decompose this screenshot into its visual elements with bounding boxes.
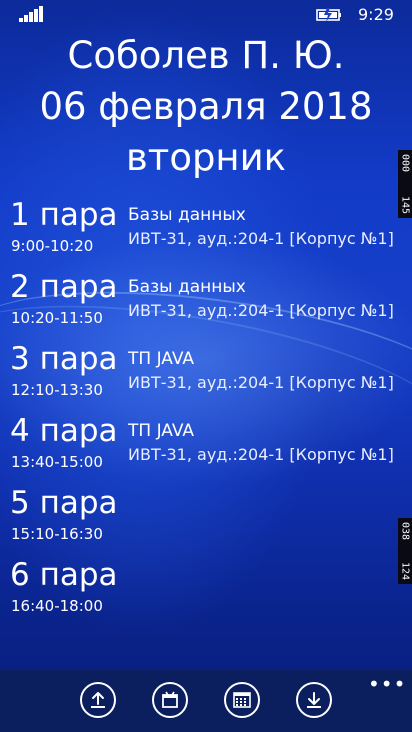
lesson-group-room: ИВТ-31, ауд.:204-1 [Корпус №1] (128, 445, 394, 464)
battery-charging-icon (316, 8, 341, 22)
lesson-item[interactable]: 2 пара 10:20-11:50 Базы данных ИВТ-31, а… (0, 268, 412, 340)
lesson-number: 4 пара (10, 413, 118, 449)
download-button[interactable] (296, 682, 332, 718)
lesson-time: 16:40-18:00 (11, 597, 103, 615)
lesson-group-room: ИВТ-31, ауд.:204-1 [Корпус №1] (128, 229, 394, 248)
lesson-item[interactable]: 5 пара 15:10-16:30 (0, 484, 412, 556)
lesson-subject: ТП JAVA (128, 349, 194, 369)
lesson-time: 15:10-16:30 (11, 525, 103, 543)
today-button[interactable] (152, 682, 188, 718)
lesson-time: 10:20-11:50 (11, 309, 103, 327)
lesson-number: 5 пара (10, 485, 118, 521)
lesson-subject: ТП JAVA (128, 421, 194, 441)
teacher-name: Соболев П. Ю. (67, 34, 345, 77)
lesson-number: 6 пара (10, 557, 118, 593)
signal-bars-icon (19, 6, 43, 22)
upload-icon (91, 692, 105, 708)
calendar-day-icon (162, 691, 178, 708)
lesson-item[interactable]: 4 пара 13:40-15:00 ТП JAVA ИВТ-31, ауд.:… (0, 412, 412, 484)
clock-time: 9:29 (358, 5, 394, 24)
lesson-number: 3 пара (10, 341, 118, 377)
upload-button[interactable] (80, 682, 116, 718)
side-badge-value: 000 (399, 154, 411, 173)
status-bar: 9:29 (0, 0, 412, 32)
lessons-list: 1 пара 9:00-10:20 Базы данных ИВТ-31, ау… (0, 196, 412, 628)
schedule-weekday: вторник (125, 136, 287, 179)
lesson-time: 13:40-15:00 (11, 453, 103, 471)
month-calendar-button[interactable] (224, 682, 260, 718)
lesson-number: 1 пара (10, 197, 118, 233)
calendar-month-icon (233, 692, 251, 708)
page-header: Соболев П. Ю. 06 февраля 2018 вторник (0, 30, 412, 183)
lesson-item[interactable]: 6 пара 16:40-18:00 (0, 556, 412, 628)
more-menu-button[interactable]: ••• (368, 674, 406, 694)
app-bar: ••• (0, 670, 412, 732)
schedule-date: 06 февраля 2018 (39, 85, 373, 128)
lesson-item[interactable]: 3 пара 12:10-13:30 ТП JAVA ИВТ-31, ауд.:… (0, 340, 412, 412)
lesson-subject: Базы данных (128, 205, 246, 225)
lesson-group-room: ИВТ-31, ауд.:204-1 [Корпус №1] (128, 373, 394, 392)
lesson-item[interactable]: 1 пара 9:00-10:20 Базы данных ИВТ-31, ау… (0, 196, 412, 268)
lesson-number: 2 пара (10, 269, 118, 305)
lesson-subject: Базы данных (128, 277, 246, 297)
download-icon (307, 692, 321, 708)
lesson-time: 9:00-10:20 (11, 237, 94, 255)
lesson-time: 12:10-13:30 (11, 381, 103, 399)
lesson-group-room: ИВТ-31, ауд.:204-1 [Корпус №1] (128, 301, 394, 320)
